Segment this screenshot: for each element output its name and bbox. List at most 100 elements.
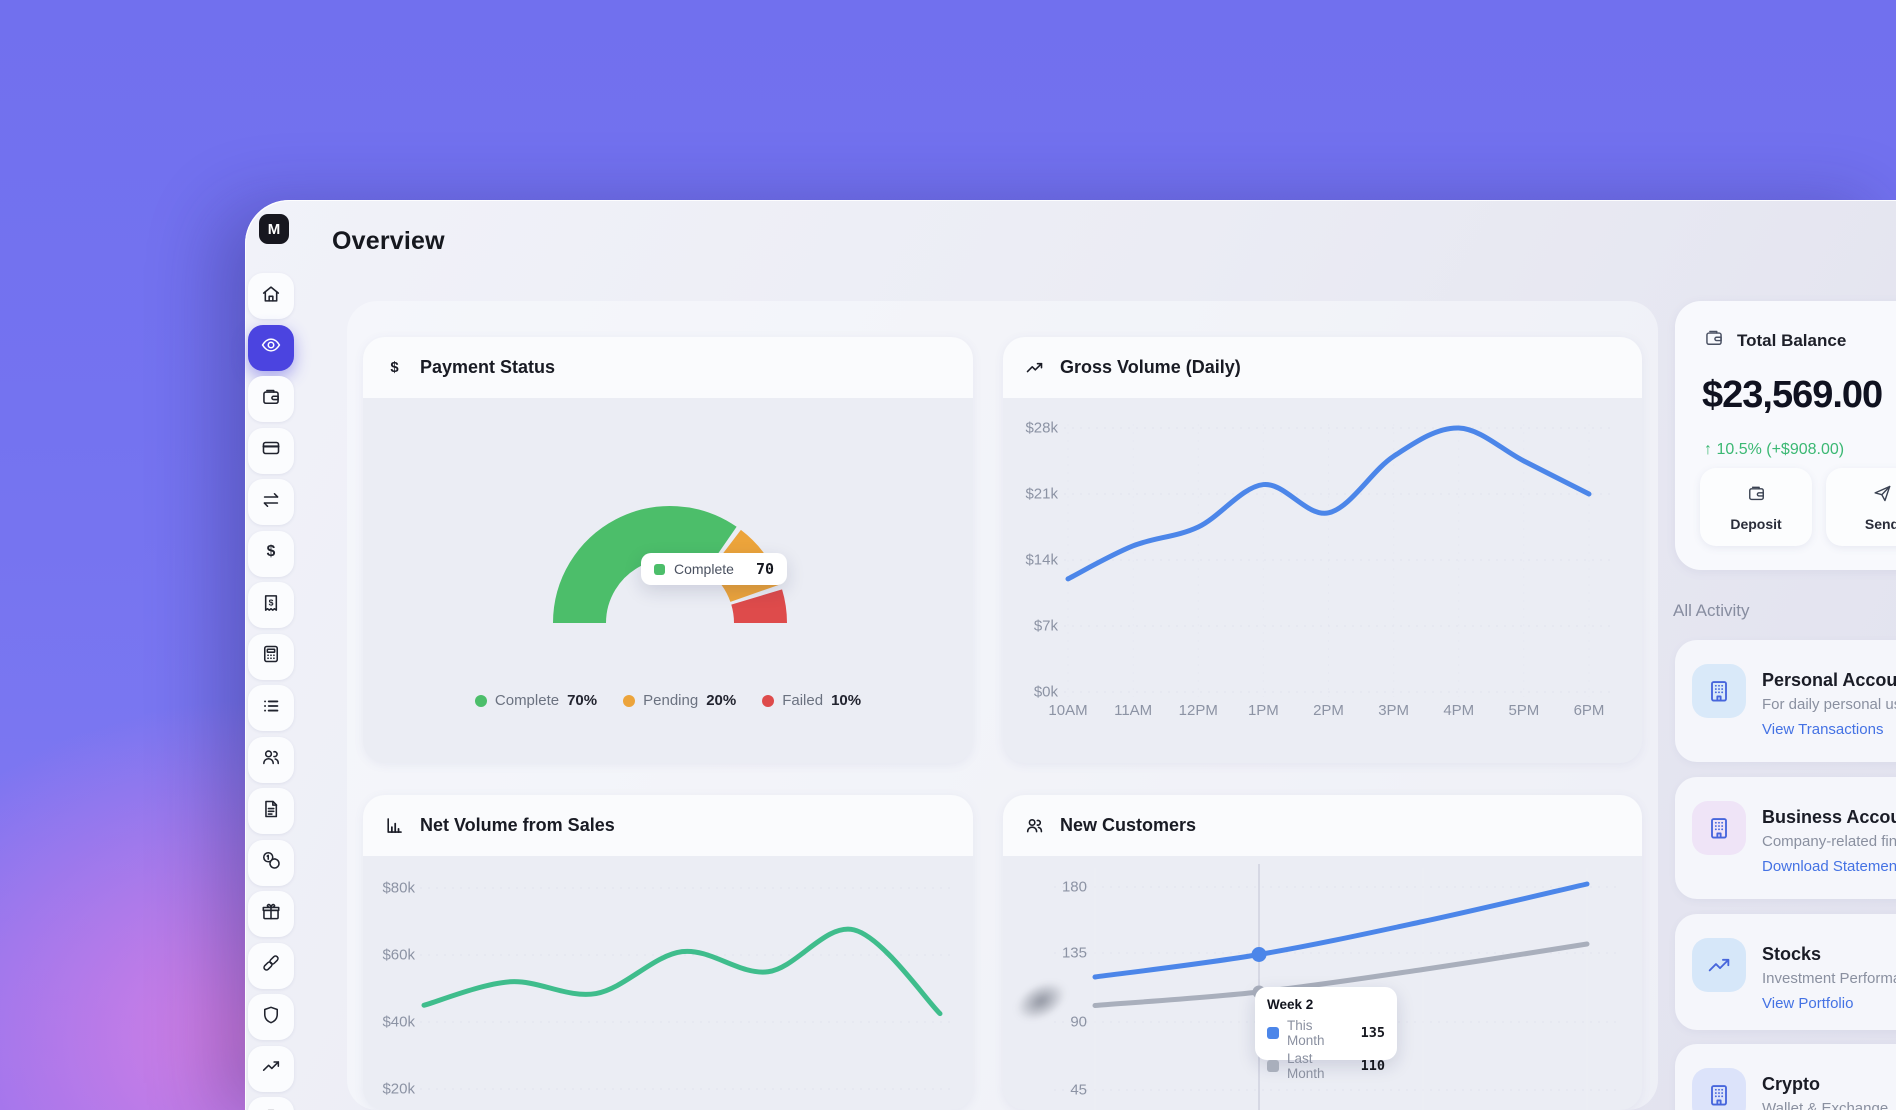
tooltip-row: Last Month110 — [1267, 1051, 1385, 1081]
sidebar-item-link[interactable] — [248, 943, 294, 989]
app-logo-letter: M — [268, 221, 281, 238]
activity-icon-tile — [1692, 664, 1746, 718]
activity-icon-tile — [1692, 801, 1746, 855]
tooltip-title: Week 2 — [1267, 997, 1385, 1012]
net-volume-title: Net Volume from Sales — [420, 815, 615, 836]
tooltip-swatch — [1267, 1027, 1279, 1039]
legend-dot — [623, 695, 635, 707]
gross-volume-title: Gross Volume (Daily) — [1060, 357, 1241, 378]
sidebar-item-home[interactable] — [248, 273, 294, 319]
x-tick: 2PM — [1313, 702, 1344, 719]
activity-subtitle: Investment Performance — [1762, 970, 1896, 987]
users-icon — [1023, 815, 1045, 837]
sidebar-item-credit-card[interactable] — [248, 428, 294, 474]
receipt-icon: $ — [260, 592, 282, 619]
sidebar-item-device[interactable] — [248, 1097, 294, 1110]
sidebar-item-file[interactable] — [248, 788, 294, 834]
x-tick: 5PM — [1508, 702, 1539, 719]
x-tick: 3PM — [1378, 702, 1409, 719]
legend-item-failed: Failed10% — [762, 692, 861, 709]
sidebar-item-receipt[interactable]: $ — [248, 582, 294, 628]
total-balance-amount: $23,569.00 — [1702, 374, 1882, 417]
activity-card-crypto[interactable]: CryptoWallet & ExchangeView Wallet — [1675, 1044, 1896, 1110]
y-tick: $20k — [365, 1081, 415, 1098]
sidebar-item-coins[interactable] — [248, 840, 294, 886]
users-icon — [260, 746, 282, 773]
activity-title: Stocks — [1762, 944, 1821, 965]
y-tick: $7k — [1008, 618, 1058, 635]
sidebar-item-gift[interactable] — [248, 891, 294, 937]
sidebar-item-dollar[interactable]: $ — [248, 531, 294, 577]
home-icon — [260, 283, 282, 310]
payment-status-legend: Complete70%Pending20%Failed10% — [363, 692, 973, 709]
y-tick: $14k — [1008, 552, 1058, 569]
list-icon — [260, 695, 282, 722]
activity-link[interactable]: View Portfolio — [1762, 995, 1853, 1012]
plane-icon — [1872, 483, 1893, 509]
activity-card-personal-account[interactable]: Personal Account For daily personal use Vi… — [1675, 640, 1896, 762]
gross-volume-line — [1068, 428, 1589, 579]
line-this-month — [1095, 884, 1587, 977]
activity-title: Crypto — [1762, 1074, 1820, 1095]
activity-title: Business Account — [1762, 807, 1896, 828]
payment-status-title: Payment Status — [420, 357, 555, 378]
activity-link[interactable]: View Transactions — [1762, 721, 1883, 738]
payment-status-header: $ Payment Status — [363, 337, 973, 398]
tooltip-value: 70 — [756, 560, 774, 578]
deposit-button[interactable]: Deposit — [1700, 468, 1812, 546]
wallet-icon — [1746, 483, 1767, 509]
sidebar-item-calculator[interactable] — [248, 634, 294, 680]
y-tick: $80k — [365, 880, 415, 897]
wallet-icon — [260, 386, 282, 413]
trending-icon — [260, 1055, 282, 1082]
dollar-icon: $ — [260, 540, 282, 567]
sidebar-item-trending[interactable] — [248, 1046, 294, 1092]
credit-card-icon — [260, 437, 282, 464]
x-tick: 4PM — [1443, 702, 1474, 719]
y-tick: $60k — [365, 947, 415, 964]
sidebar-item-shield[interactable] — [248, 994, 294, 1040]
y-tick: 135 — [1037, 945, 1087, 962]
y-tick: 90 — [1037, 1014, 1087, 1031]
activity-title: Personal Account — [1762, 670, 1896, 691]
legend-dot — [762, 695, 774, 707]
activity-subtitle: For daily personal use — [1762, 696, 1896, 713]
legend-item-complete: Complete70% — [475, 692, 597, 709]
net-volume-chart — [363, 858, 973, 1110]
tooltip-label: Complete — [674, 561, 734, 577]
sidebar-item-wallet[interactable] — [248, 376, 294, 422]
this-month-marker — [1252, 947, 1267, 962]
net-volume-line — [424, 929, 940, 1013]
y-tick: 45 — [1037, 1082, 1087, 1099]
sidebar-item-exchange[interactable] — [248, 479, 294, 525]
dollar-icon: $ — [383, 357, 405, 379]
shield-icon — [260, 1004, 282, 1031]
gauge-slice-failed — [757, 597, 761, 623]
new-customers-header: New Customers — [1003, 795, 1642, 856]
gauge-tooltip: Complete 70 — [641, 553, 787, 585]
file-icon — [260, 798, 282, 825]
sidebar-item-list[interactable] — [248, 685, 294, 731]
sidebar-item-eye[interactable] — [248, 325, 294, 371]
total-balance-label: Total Balance — [1737, 331, 1846, 351]
svg-text:$: $ — [390, 360, 399, 376]
gift-icon — [260, 901, 282, 928]
activity-card-business-account[interactable]: Business AccountCompany-related finances… — [1675, 777, 1896, 899]
all-activity-heading: All Activity — [1673, 601, 1750, 621]
gross-volume-header: Gross Volume (Daily) — [1003, 337, 1642, 398]
app-logo[interactable]: M — [259, 214, 289, 244]
activity-card-stocks[interactable]: Stocks Investment Performance View Portfol… — [1675, 914, 1896, 1030]
svg-text:$: $ — [267, 543, 276, 560]
device-icon — [260, 1107, 282, 1110]
activity-icon-tile — [1692, 938, 1746, 992]
sidebar-item-users[interactable] — [248, 737, 294, 783]
line-chart-tooltip: Week 2 This Month135Last Month110 — [1255, 987, 1397, 1060]
y-tick: $28k — [1008, 420, 1058, 437]
activity-icon-tile — [1692, 1068, 1746, 1110]
activity-link[interactable]: Download Statements — [1762, 858, 1896, 875]
y-tick: 180 — [1037, 879, 1087, 896]
dashboard-screen: M Overview $ Payment Status Gross Volume… — [0, 0, 1896, 1110]
calculator-icon — [260, 643, 282, 670]
tooltip-row: This Month135 — [1267, 1018, 1385, 1048]
send-button[interactable]: Send — [1826, 468, 1896, 546]
